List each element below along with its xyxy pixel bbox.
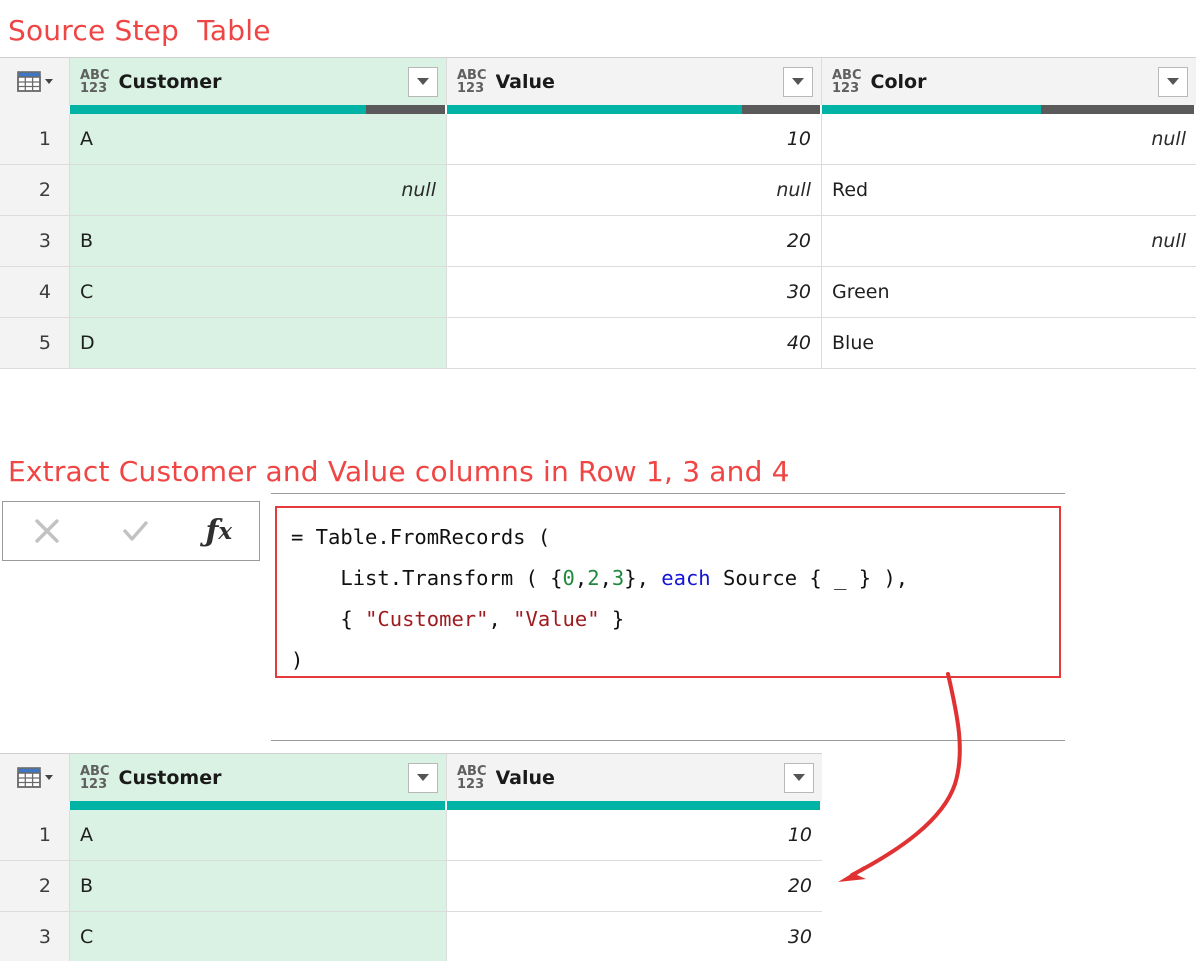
formula-line-1: = Table.FromRecords ( bbox=[291, 525, 551, 549]
table-grid-icon bbox=[16, 70, 53, 93]
quality-gutter-spacer bbox=[0, 801, 70, 810]
formula-line-2: List.Transform ( {0,2,3}, each Source { … bbox=[291, 566, 909, 590]
table-row[interactable]: 4 C 30 Green bbox=[0, 267, 1196, 318]
abc123-icon: ABC 123 bbox=[80, 67, 110, 96]
flow-arrow-icon bbox=[838, 672, 962, 882]
result-grid-body: 1 A 10 2 B 20 3 C 30 bbox=[0, 810, 822, 961]
filter-dropdown-icon[interactable] bbox=[408, 762, 438, 793]
cell-customer[interactable]: C bbox=[70, 267, 447, 317]
abc123-icon: ABC 123 bbox=[457, 763, 487, 792]
filter-dropdown-icon[interactable] bbox=[1158, 66, 1188, 97]
row-number: 3 bbox=[0, 216, 70, 266]
quality-valid-segment bbox=[447, 801, 820, 810]
cell-customer[interactable]: D bbox=[70, 318, 447, 368]
cell-customer[interactable]: A bbox=[70, 810, 447, 860]
cell-value[interactable]: 40 bbox=[447, 318, 822, 368]
cell-customer[interactable]: C bbox=[70, 912, 447, 961]
cell-value[interactable]: 30 bbox=[447, 267, 822, 317]
result-data-grid: ABC 123 Customer ABC 123 Value 1 A 10 2 … bbox=[0, 753, 822, 961]
result-grid-header-row: ABC 123 Customer ABC 123 Value bbox=[0, 753, 822, 801]
column-header-label: Value bbox=[495, 766, 555, 789]
cell-color[interactable]: Green bbox=[822, 267, 1196, 317]
abc123-icon: ABC 123 bbox=[80, 763, 110, 792]
quality-valid-segment bbox=[70, 105, 367, 114]
quality-gutter-spacer bbox=[0, 105, 70, 114]
table-row[interactable]: 2 null null Red bbox=[0, 165, 1196, 216]
column-header-value[interactable]: ABC 123 Value bbox=[447, 754, 822, 801]
screenshot-root: Source Step Table ABC 123 Customer ABC 1… bbox=[0, 0, 1200, 961]
formula-line-3: { "Customer", "Value" } bbox=[291, 607, 625, 631]
table-grid-icon bbox=[16, 766, 53, 789]
result-column-quality-bars bbox=[0, 801, 822, 810]
source-grid-body: 1 A 10 null 2 null null Red 3 B 20 null … bbox=[0, 114, 1196, 369]
row-number: 2 bbox=[0, 165, 70, 215]
cell-value[interactable]: 20 bbox=[447, 216, 822, 266]
abc123-icon: ABC 123 bbox=[832, 67, 862, 96]
row-number: 1 bbox=[0, 810, 70, 860]
source-column-quality-bars bbox=[0, 105, 1196, 114]
cell-value[interactable]: null bbox=[447, 165, 822, 215]
cell-color[interactable]: Red bbox=[822, 165, 1196, 215]
select-all-grid-button[interactable] bbox=[0, 58, 70, 105]
quality-valid-segment bbox=[822, 105, 1042, 114]
cell-value[interactable]: 10 bbox=[447, 114, 822, 164]
filter-dropdown-icon[interactable] bbox=[784, 762, 814, 793]
quality-bar-customer bbox=[70, 105, 447, 114]
row-number: 1 bbox=[0, 114, 70, 164]
fx-icon[interactable]: ƒx bbox=[205, 514, 232, 549]
quality-bar-value bbox=[447, 105, 822, 114]
cell-color[interactable]: null bbox=[822, 216, 1196, 266]
filter-dropdown-icon[interactable] bbox=[408, 66, 438, 97]
filter-dropdown-icon[interactable] bbox=[783, 66, 813, 97]
table-row[interactable]: 2 B 20 bbox=[0, 861, 822, 912]
accept-check-icon[interactable] bbox=[118, 514, 152, 548]
column-header-customer[interactable]: ABC 123 Customer bbox=[70, 754, 447, 801]
row-number: 2 bbox=[0, 861, 70, 911]
formula-highlight-box[interactable]: = Table.FromRecords ( List.Transform ( {… bbox=[275, 506, 1061, 678]
column-header-color[interactable]: ABC 123 Color bbox=[822, 58, 1196, 105]
select-all-grid-button[interactable] bbox=[0, 754, 70, 801]
quality-bar-value bbox=[447, 801, 822, 810]
column-header-label: Customer bbox=[118, 766, 222, 789]
row-number: 5 bbox=[0, 318, 70, 368]
abc123-icon: ABC 123 bbox=[457, 67, 487, 96]
cell-customer[interactable]: null bbox=[70, 165, 447, 215]
cell-value[interactable]: 30 bbox=[447, 912, 822, 961]
quality-bar-customer bbox=[70, 801, 447, 810]
column-header-label: Customer bbox=[118, 70, 222, 93]
quality-bar-color bbox=[822, 105, 1196, 114]
source-data-grid: ABC 123 Customer ABC 123 Value ABC 123 C… bbox=[0, 57, 1196, 369]
row-number: 3 bbox=[0, 912, 70, 961]
cell-value[interactable]: 20 bbox=[447, 861, 822, 911]
source-grid-header-row: ABC 123 Customer ABC 123 Value ABC 123 C… bbox=[0, 57, 1196, 105]
cancel-x-icon[interactable] bbox=[30, 514, 64, 548]
table-row[interactable]: 3 C 30 bbox=[0, 912, 822, 961]
quality-empty-segment bbox=[1041, 105, 1194, 114]
quality-valid-segment bbox=[447, 105, 742, 114]
source-step-title: Source Step Table bbox=[8, 14, 271, 47]
chevron-down-icon bbox=[44, 79, 53, 84]
chevron-down-icon bbox=[44, 775, 53, 780]
column-header-label: Value bbox=[495, 70, 555, 93]
extract-step-title: Extract Customer and Value columns in Ro… bbox=[8, 455, 790, 488]
table-row[interactable]: 1 A 10 bbox=[0, 810, 822, 861]
row-number: 4 bbox=[0, 267, 70, 317]
column-header-customer[interactable]: ABC 123 Customer bbox=[70, 58, 447, 105]
formula-bar-buttons: ƒx bbox=[2, 501, 260, 561]
table-row[interactable]: 1 A 10 null bbox=[0, 114, 1196, 165]
cell-color[interactable]: Blue bbox=[822, 318, 1196, 368]
cell-color[interactable]: null bbox=[822, 114, 1196, 164]
cell-value[interactable]: 10 bbox=[447, 810, 822, 860]
quality-empty-segment bbox=[741, 105, 820, 114]
table-row[interactable]: 3 B 20 null bbox=[0, 216, 1196, 267]
quality-valid-segment bbox=[70, 801, 445, 810]
table-row[interactable]: 5 D 40 Blue bbox=[0, 318, 1196, 369]
cell-customer[interactable]: B bbox=[70, 861, 447, 911]
column-header-value[interactable]: ABC 123 Value bbox=[447, 58, 822, 105]
column-header-label: Color bbox=[870, 70, 927, 93]
quality-empty-segment bbox=[366, 105, 445, 114]
cell-customer[interactable]: A bbox=[70, 114, 447, 164]
cell-customer[interactable]: B bbox=[70, 216, 447, 266]
